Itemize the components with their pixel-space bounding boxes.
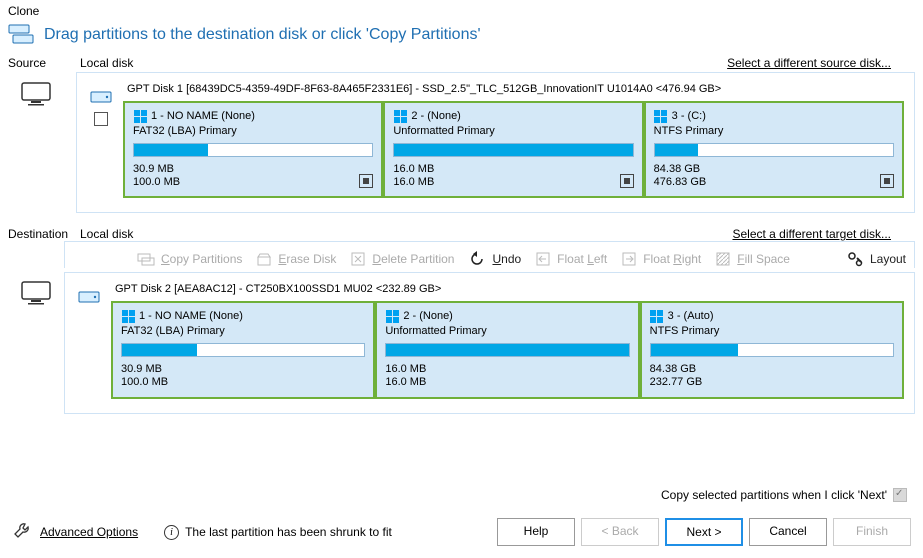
partition-usage-bar (121, 343, 365, 357)
windows-icon (385, 309, 399, 323)
windows-icon (393, 109, 407, 123)
stop-icon[interactable] (359, 174, 373, 188)
partition-title: 1 - NO NAME (None) (133, 109, 373, 123)
partition-usage-bar (385, 343, 629, 357)
select-source-disk-link[interactable]: Select a different source disk... (727, 56, 915, 70)
destination-toolbar: Copy Partitions Erase Disk Delete Partit… (64, 241, 915, 268)
help-button[interactable]: Help (497, 518, 575, 546)
partition-sizes: 30.9 MB100.0 MB (121, 363, 365, 388)
partition-title: 3 - (C:) (654, 109, 894, 123)
dest-disk-header: GPT Disk 2 [AEA8AC12] - CT250BX100SSD1 M… (111, 283, 904, 295)
partition-sizes: 16.0 MB16.0 MB (385, 363, 629, 388)
copy-on-next-label: Copy selected partitions when I click 'N… (661, 488, 887, 502)
windows-icon (133, 109, 147, 123)
partition-subtitle: NTFS Primary (654, 125, 894, 137)
status-message: iThe last partition has been shrunk to f… (164, 525, 392, 540)
copy-partitions-button[interactable]: Copy Partitions (137, 251, 242, 267)
hdd-icon (78, 291, 100, 306)
wrench-icon (12, 521, 32, 544)
dest-partition-card[interactable]: 1 - NO NAME (None) FAT32 (LBA) Primary 3… (111, 301, 375, 398)
destination-sublabel: Local disk (80, 227, 133, 241)
fill-space-button[interactable]: Fill Space (715, 251, 790, 267)
partition-sizes: 84.38 GB476.83 GB (654, 163, 894, 188)
stop-icon[interactable] (880, 174, 894, 188)
float-right-button[interactable]: Float Right (621, 251, 701, 267)
windows-icon (121, 309, 135, 323)
advanced-options-link[interactable]: Advanced Options (40, 525, 138, 539)
erase-disk-button[interactable]: Erase Disk (256, 251, 336, 267)
windows-icon (650, 309, 664, 323)
copy-on-next-checkbox[interactable] (893, 488, 907, 502)
source-partition-card[interactable]: 2 - (None) Unformatted Primary 16.0 MB16… (383, 101, 643, 198)
back-button: < Back (581, 518, 659, 546)
partition-usage-bar (133, 143, 373, 157)
monitor-icon (8, 241, 64, 305)
header-hint: Drag partitions to the destination disk … (44, 26, 481, 44)
layout-button[interactable]: Layout (846, 250, 906, 268)
hdd-icon (90, 91, 112, 106)
source-sublabel: Local disk (80, 56, 133, 70)
next-button[interactable]: Next > (665, 518, 743, 546)
undo-button[interactable]: Undo (468, 251, 521, 267)
source-select-all-checkbox[interactable] (94, 112, 108, 126)
page-title: Clone (0, 0, 923, 20)
copy-on-next-row: Copy selected partitions when I click 'N… (661, 488, 907, 502)
partition-usage-bar (654, 143, 894, 157)
partition-sizes: 84.38 GB232.77 GB (650, 363, 894, 388)
partition-subtitle: FAT32 (LBA) Primary (121, 325, 365, 337)
partition-subtitle: NTFS Primary (650, 325, 894, 337)
partition-sizes: 16.0 MB16.0 MB (393, 163, 633, 188)
header-hint-row: Drag partitions to the destination disk … (0, 20, 923, 52)
finish-button: Finish (833, 518, 911, 546)
stop-icon[interactable] (620, 174, 634, 188)
disks-icon (8, 24, 34, 46)
partition-subtitle: FAT32 (LBA) Primary (133, 125, 373, 137)
cancel-button[interactable]: Cancel (749, 518, 827, 546)
dest-partition-card[interactable]: 2 - (None) Unformatted Primary 16.0 MB16… (375, 301, 639, 398)
windows-icon (654, 109, 668, 123)
partition-usage-bar (650, 343, 894, 357)
delete-partition-button[interactable]: Delete Partition (350, 251, 454, 267)
partition-sizes: 30.9 MB100.0 MB (133, 163, 373, 188)
partition-title: 2 - (None) (385, 309, 629, 323)
source-partition-card[interactable]: 1 - NO NAME (None) FAT32 (LBA) Primary 3… (123, 101, 383, 198)
select-target-disk-link[interactable]: Select a different target disk... (732, 227, 915, 241)
partition-title: 1 - NO NAME (None) (121, 309, 365, 323)
float-left-button[interactable]: Float Left (535, 251, 607, 267)
dest-partition-card[interactable]: 3 - (Auto) NTFS Primary 84.38 GB232.77 G… (640, 301, 904, 398)
destination-label: Destination (8, 227, 80, 241)
partition-usage-bar (393, 143, 633, 157)
partition-subtitle: Unformatted Primary (393, 125, 633, 137)
source-partition-card[interactable]: 3 - (C:) NTFS Primary 84.38 GB476.83 GB (644, 101, 904, 198)
info-icon: i (164, 525, 179, 540)
source-disk-header: GPT Disk 1 [68439DC5-4359-49DF-8F63-8A46… (123, 83, 904, 95)
partition-title: 3 - (Auto) (650, 309, 894, 323)
destination-header: Destination Local disk Select a differen… (0, 223, 923, 241)
partition-title: 2 - (None) (393, 109, 633, 123)
source-label: Source (8, 56, 80, 70)
monitor-icon (8, 72, 64, 106)
source-header: Source Local disk Select a different sou… (0, 52, 923, 70)
partition-subtitle: Unformatted Primary (385, 325, 629, 337)
